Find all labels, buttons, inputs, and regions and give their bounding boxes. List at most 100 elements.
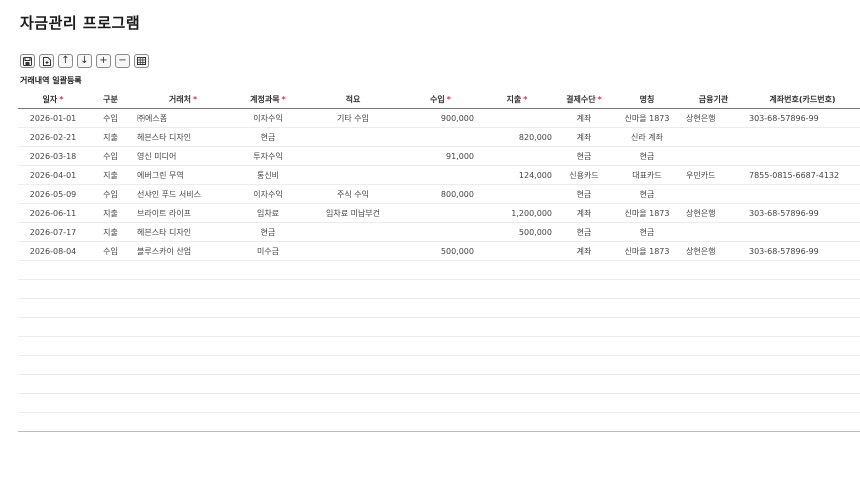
empty-cell[interactable] [478, 317, 556, 337]
empty-cell[interactable] [682, 412, 745, 432]
payment-method-cell[interactable]: 신용카드 [556, 165, 612, 185]
table-row[interactable]: 2026-02-21 지출 헤븐스타 디자인 현금 820,000 계좌 신라 계좌 [18, 127, 860, 147]
empty-cell[interactable] [478, 374, 556, 394]
empty-cell[interactable] [403, 355, 478, 375]
client-cell[interactable]: 에버그린 무역 [133, 165, 233, 185]
type-cell[interactable]: 수입 [88, 241, 133, 261]
memo-cell[interactable] [303, 146, 403, 166]
account-cell[interactable]: 이자수익 [233, 108, 303, 128]
date-cell[interactable]: 2026-08-04 [18, 241, 88, 261]
empty-cell[interactable] [303, 298, 403, 318]
empty-cell[interactable] [403, 393, 478, 413]
empty-cell[interactable] [556, 317, 612, 337]
empty-cell[interactable] [556, 412, 612, 432]
minus-button[interactable]: − [115, 54, 130, 68]
column-header[interactable]: 적요 [303, 90, 403, 109]
income-cell[interactable]: 900,000 [403, 108, 478, 128]
empty-cell[interactable] [612, 412, 682, 432]
name-cell[interactable]: 대표카드 [612, 165, 682, 185]
empty-cell[interactable] [303, 317, 403, 337]
empty-cell[interactable] [556, 260, 612, 280]
bank-cell[interactable]: 상현은행 [682, 241, 745, 261]
empty-cell[interactable] [18, 279, 88, 299]
type-cell[interactable]: 지출 [88, 165, 133, 185]
empty-cell[interactable] [303, 279, 403, 299]
name-cell[interactable]: 현금 [612, 222, 682, 242]
account-cell[interactable]: 이자수익 [233, 184, 303, 204]
empty-cell[interactable] [556, 336, 612, 356]
empty-cell[interactable] [18, 317, 88, 337]
empty-row[interactable] [18, 279, 860, 299]
account-cell[interactable]: 현금 [233, 222, 303, 242]
save-button[interactable] [20, 54, 35, 68]
income-cell[interactable] [403, 203, 478, 223]
expense-cell[interactable] [478, 241, 556, 261]
client-cell[interactable]: 선샤인 푸드 서비스 [133, 184, 233, 204]
account-number-cell[interactable]: 303-68-57896-99 [745, 203, 860, 223]
empty-cell[interactable] [682, 279, 745, 299]
payment-method-cell[interactable]: 현금 [556, 184, 612, 204]
empty-cell[interactable] [745, 336, 860, 356]
empty-cell[interactable] [403, 260, 478, 280]
empty-cell[interactable] [233, 260, 303, 280]
empty-cell[interactable] [682, 374, 745, 394]
table-row[interactable]: 2026-04-01 지출 에버그린 무역 통신비 124,000 신용카드 대표카드 우민카… [18, 165, 860, 185]
type-cell[interactable]: 지출 [88, 222, 133, 242]
memo-cell[interactable]: 주식 수익 [303, 184, 403, 204]
empty-cell[interactable] [745, 279, 860, 299]
empty-row[interactable] [18, 412, 860, 432]
empty-cell[interactable] [18, 374, 88, 394]
column-header[interactable]: 금융기관 [682, 90, 745, 109]
empty-cell[interactable] [478, 298, 556, 318]
empty-cell[interactable] [233, 298, 303, 318]
column-header[interactable]: 계정과목 * [233, 90, 303, 109]
expense-cell[interactable] [478, 146, 556, 166]
empty-cell[interactable] [682, 317, 745, 337]
empty-cell[interactable] [18, 336, 88, 356]
bank-cell[interactable] [682, 222, 745, 242]
empty-cell[interactable] [478, 260, 556, 280]
column-header[interactable]: 거래처 * [133, 90, 233, 109]
empty-cell[interactable] [745, 260, 860, 280]
account-number-cell[interactable]: 303-68-57896-99 [745, 108, 860, 128]
column-header[interactable]: 일자 * [18, 90, 88, 109]
empty-cell[interactable] [233, 393, 303, 413]
empty-cell[interactable] [18, 260, 88, 280]
empty-cell[interactable] [233, 317, 303, 337]
income-cell[interactable]: 91,000 [403, 146, 478, 166]
empty-cell[interactable] [88, 336, 133, 356]
empty-cell[interactable] [133, 260, 233, 280]
empty-cell[interactable] [303, 412, 403, 432]
empty-cell[interactable] [88, 393, 133, 413]
account-number-cell[interactable]: 303-68-57896-99 [745, 241, 860, 261]
plus-button[interactable]: + [96, 54, 111, 68]
empty-row[interactable] [18, 260, 860, 280]
type-cell[interactable]: 지출 [88, 127, 133, 147]
memo-cell[interactable] [303, 222, 403, 242]
account-number-cell[interactable] [745, 127, 860, 147]
table-row[interactable]: 2026-08-04 수입 블루스카이 산업 미수금 500,000 계좌 신마을 1873… [18, 241, 860, 261]
client-cell[interactable]: 헤븐스타 디자인 [133, 127, 233, 147]
expense-cell[interactable]: 1,200,000 [478, 203, 556, 223]
empty-cell[interactable] [18, 355, 88, 375]
date-cell[interactable]: 2026-05-09 [18, 184, 88, 204]
bank-cell[interactable]: 상현은행 [682, 203, 745, 223]
empty-cell[interactable] [556, 298, 612, 318]
empty-cell[interactable] [478, 393, 556, 413]
empty-cell[interactable] [682, 298, 745, 318]
memo-cell[interactable] [303, 241, 403, 261]
payment-method-cell[interactable]: 계좌 [556, 203, 612, 223]
empty-cell[interactable] [88, 260, 133, 280]
grid-button[interactable] [134, 54, 149, 68]
empty-cell[interactable] [745, 412, 860, 432]
empty-cell[interactable] [612, 298, 682, 318]
empty-cell[interactable] [233, 279, 303, 299]
column-header[interactable]: 수입 * [403, 90, 478, 109]
type-cell[interactable]: 수입 [88, 146, 133, 166]
income-cell[interactable]: 800,000 [403, 184, 478, 204]
payment-method-cell[interactable]: 계좌 [556, 108, 612, 128]
empty-cell[interactable] [478, 412, 556, 432]
empty-cell[interactable] [18, 412, 88, 432]
table-row[interactable]: 2026-03-18 수입 영신 미디어 투자수익 91,000 현금 현금 [18, 146, 860, 166]
empty-cell[interactable] [745, 355, 860, 375]
